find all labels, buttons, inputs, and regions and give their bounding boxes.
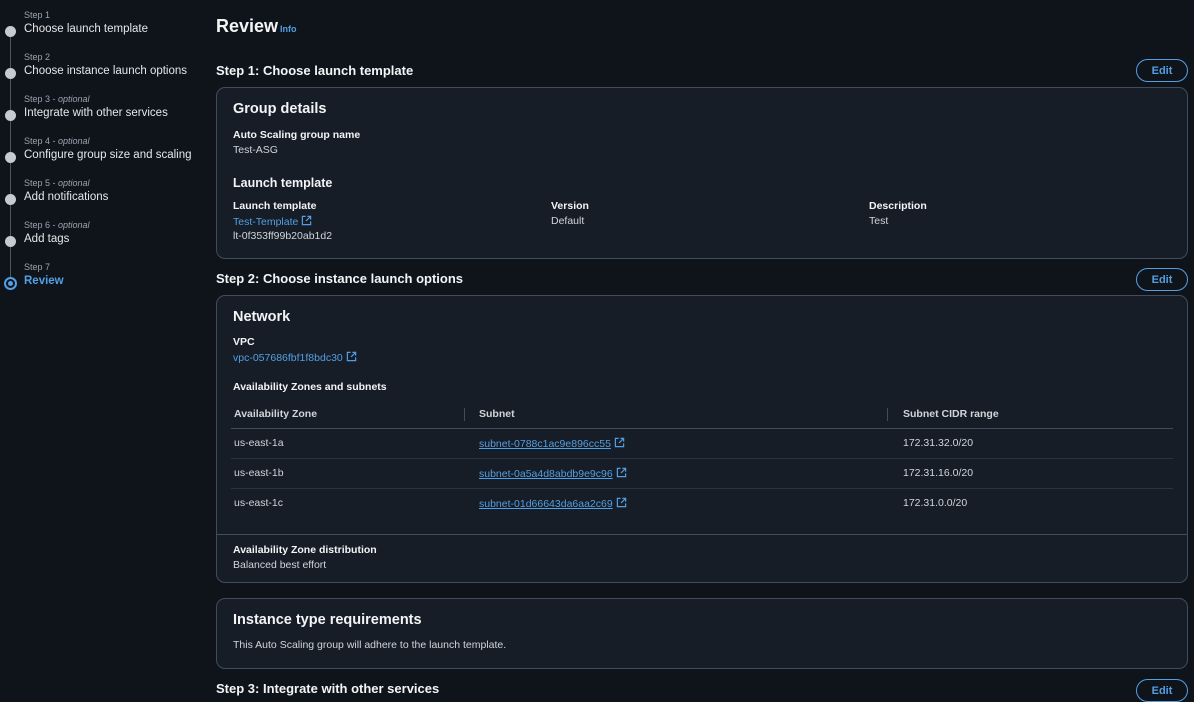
az-cell: us-east-1a bbox=[234, 437, 284, 449]
wizard-step-1[interactable]: Step 1 Choose launch template bbox=[0, 10, 200, 46]
info-link[interactable]: Info bbox=[280, 24, 297, 34]
step3-heading: Step 3: Integrate with other services bbox=[216, 681, 440, 696]
external-link-icon bbox=[346, 351, 356, 362]
step-title[interactable]: Choose launch template bbox=[24, 23, 148, 35]
step-number: Step 6 - optional bbox=[24, 220, 90, 230]
vpc-label: VPC bbox=[233, 336, 255, 348]
table-header-divider bbox=[231, 428, 1173, 429]
vpc-link[interactable]: vpc-057686fbf1f8bdc30 bbox=[233, 351, 357, 364]
column-divider bbox=[887, 408, 888, 421]
cidr-cell: 172.31.16.0/20 bbox=[903, 467, 974, 479]
wizard-step-3[interactable]: Step 3 - optional Integrate with other s… bbox=[0, 94, 200, 130]
external-link-icon bbox=[616, 467, 626, 478]
step-marker-icon bbox=[5, 152, 16, 163]
step-marker-icon bbox=[5, 236, 16, 247]
row-divider bbox=[231, 488, 1173, 489]
wizard-step-4[interactable]: Step 4 - optional Configure group size a… bbox=[0, 136, 200, 172]
az-distribution-value: Balanced best effort bbox=[233, 559, 327, 571]
version-label: Version bbox=[551, 200, 589, 212]
step-marker-icon bbox=[5, 68, 16, 79]
cidr-cell: 172.31.32.0/20 bbox=[903, 437, 974, 449]
step-marker-icon bbox=[5, 26, 16, 37]
step1-heading: Step 1: Choose launch template bbox=[216, 63, 414, 78]
wizard-step-2[interactable]: Step 2 Choose instance launch options bbox=[0, 52, 200, 88]
row-divider bbox=[231, 458, 1173, 459]
section-divider bbox=[217, 534, 1187, 535]
external-link-icon bbox=[302, 215, 312, 226]
instance-requirements-heading: Instance type requirements bbox=[233, 612, 422, 628]
launch-template-heading: Launch template bbox=[233, 176, 333, 190]
step3-edit-button[interactable]: Edit bbox=[1136, 679, 1188, 702]
step-title[interactable]: Integrate with other services bbox=[24, 107, 168, 119]
cidr-cell: 172.31.0.0/20 bbox=[903, 497, 968, 509]
subnet-link[interactable]: subnet-01d66643da6aa2c69 bbox=[479, 497, 627, 510]
external-link-icon bbox=[614, 437, 625, 448]
step-number: Step 2 bbox=[24, 52, 51, 62]
version-value: Default bbox=[551, 215, 585, 227]
step-title[interactable]: Configure group size and scaling bbox=[24, 149, 192, 161]
launch-template-id: lt-0f353ff99b20ab1d2 bbox=[233, 230, 333, 242]
step2-heading: Step 2: Choose instance launch options bbox=[216, 271, 464, 286]
az-distribution-label: Availability Zone distribution bbox=[233, 544, 377, 556]
page-title: Review bbox=[216, 16, 279, 36]
step-title[interactable]: Add tags bbox=[24, 233, 69, 245]
network-card: Network VPC vpc-057686fbf1f8bdc30 Availa… bbox=[216, 295, 1188, 583]
step-number: Step 3 - optional bbox=[24, 94, 90, 104]
description-label: Description bbox=[869, 200, 927, 212]
description-value: Test bbox=[869, 215, 889, 227]
external-link-icon bbox=[616, 497, 626, 508]
subnet-link[interactable]: subnet-0788c1ac9e896cc55 bbox=[479, 437, 625, 450]
step-title[interactable]: Add notifications bbox=[24, 191, 108, 203]
step-number: Step 5 - optional bbox=[24, 178, 90, 188]
asg-name-label: Auto Scaling group name bbox=[233, 129, 361, 141]
asg-name-value: Test-ASG bbox=[233, 144, 278, 156]
col-header-cidr[interactable]: Subnet CIDR range bbox=[903, 408, 999, 420]
launch-template-label: Launch template bbox=[233, 200, 317, 212]
step-title[interactable]: Review bbox=[24, 275, 64, 287]
step-marker-icon bbox=[5, 110, 16, 121]
step-number: Step 1 bbox=[24, 10, 51, 20]
launch-template-link[interactable]: Test-Template bbox=[233, 215, 312, 228]
wizard-step-7[interactable]: Step 7 Review bbox=[0, 262, 200, 298]
wizard-steps-nav: Step 1 Choose launch template Step 2 Cho… bbox=[0, 0, 200, 702]
step-number: Step 4 - optional bbox=[24, 136, 90, 146]
instance-requirements-card: Instance type requirements This Auto Sca… bbox=[216, 598, 1188, 669]
group-details-heading: Group details bbox=[233, 101, 327, 117]
az-cell: us-east-1c bbox=[234, 497, 284, 509]
step1-edit-button[interactable]: Edit bbox=[1136, 59, 1188, 82]
subnet-link[interactable]: subnet-0a5a4d8abdb9e9c96 bbox=[479, 467, 627, 480]
wizard-step-6[interactable]: Step 6 - optional Add tags bbox=[0, 220, 200, 256]
step2-edit-button[interactable]: Edit bbox=[1136, 268, 1188, 291]
step-number: Step 7 bbox=[24, 262, 51, 272]
wizard-step-5[interactable]: Step 5 - optional Add notifications bbox=[0, 178, 200, 214]
col-header-az[interactable]: Availability Zone bbox=[234, 408, 317, 420]
step-marker-active-icon bbox=[4, 277, 17, 290]
step-marker-icon bbox=[5, 194, 16, 205]
column-divider bbox=[464, 408, 465, 421]
network-heading: Network bbox=[233, 309, 291, 325]
step-title[interactable]: Choose instance launch options bbox=[24, 65, 187, 77]
step1-card: Group details Auto Scaling group name Te… bbox=[216, 87, 1188, 259]
col-header-subnet[interactable]: Subnet bbox=[479, 408, 515, 420]
az-subnets-heading: Availability Zones and subnets bbox=[233, 381, 387, 393]
az-cell: us-east-1b bbox=[234, 467, 284, 479]
instance-requirements-text: This Auto Scaling group will adhere to t… bbox=[233, 639, 507, 651]
